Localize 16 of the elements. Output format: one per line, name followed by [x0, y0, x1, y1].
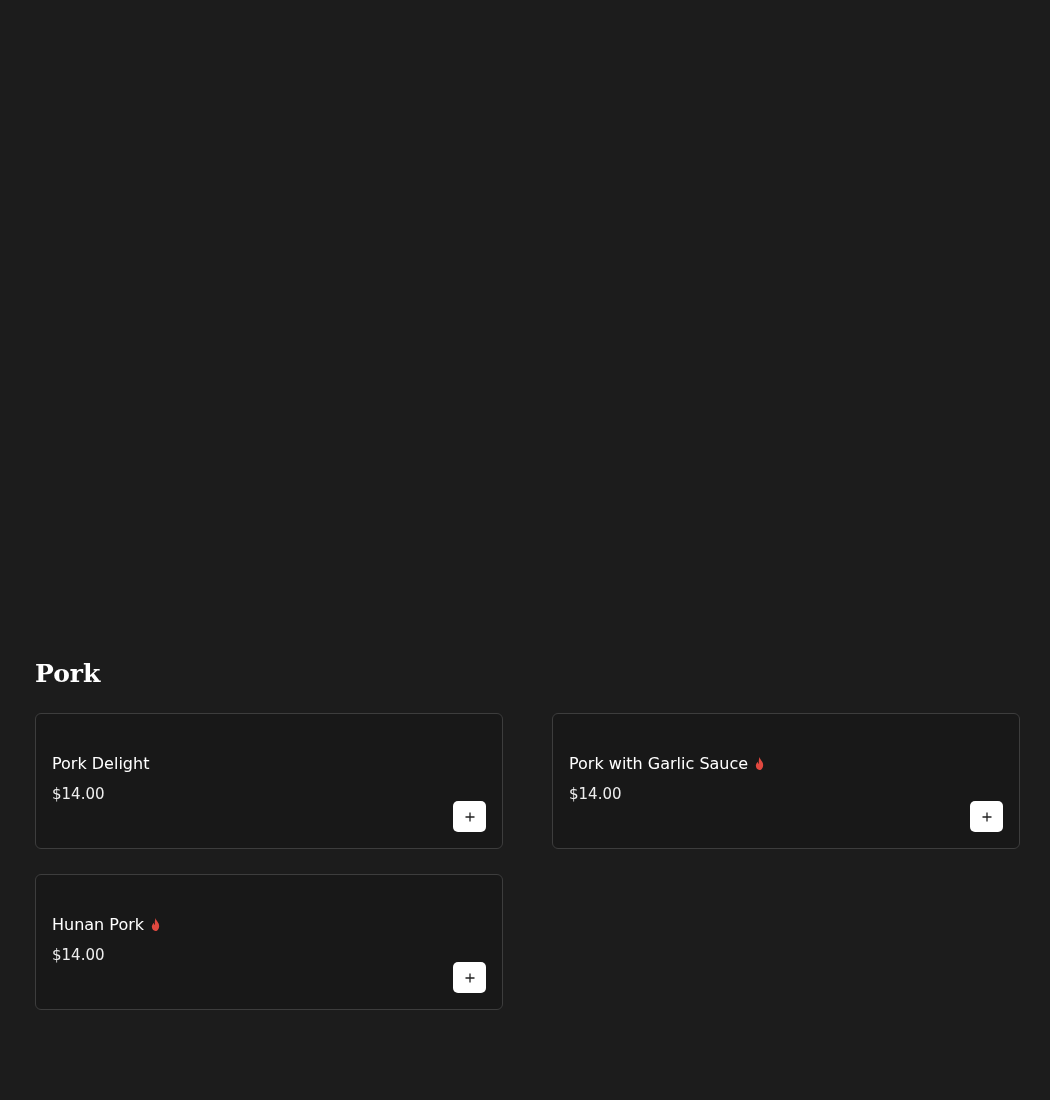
section-heading: Pork [35, 658, 102, 690]
menu-item-card[interactable]: Hunan Pork $14.00 [35, 874, 503, 1010]
plus-icon [464, 972, 475, 983]
menu-item-card[interactable]: Pork Delight $14.00 [35, 713, 503, 849]
menu-item-card[interactable]: Pork with Garlic Sauce $14.00 [552, 713, 1020, 849]
item-name: Hunan Pork [52, 915, 145, 934]
item-name: Pork with Garlic Sauce [569, 754, 749, 773]
plus-icon [464, 811, 475, 822]
item-price: $14.00 [569, 785, 623, 803]
add-button[interactable] [453, 801, 486, 832]
item-price: $14.00 [52, 785, 106, 803]
item-price: $14.00 [52, 946, 106, 964]
add-button[interactable] [970, 801, 1003, 832]
add-button[interactable] [453, 962, 486, 993]
plus-icon [981, 811, 992, 822]
item-name: Pork Delight [52, 754, 150, 773]
